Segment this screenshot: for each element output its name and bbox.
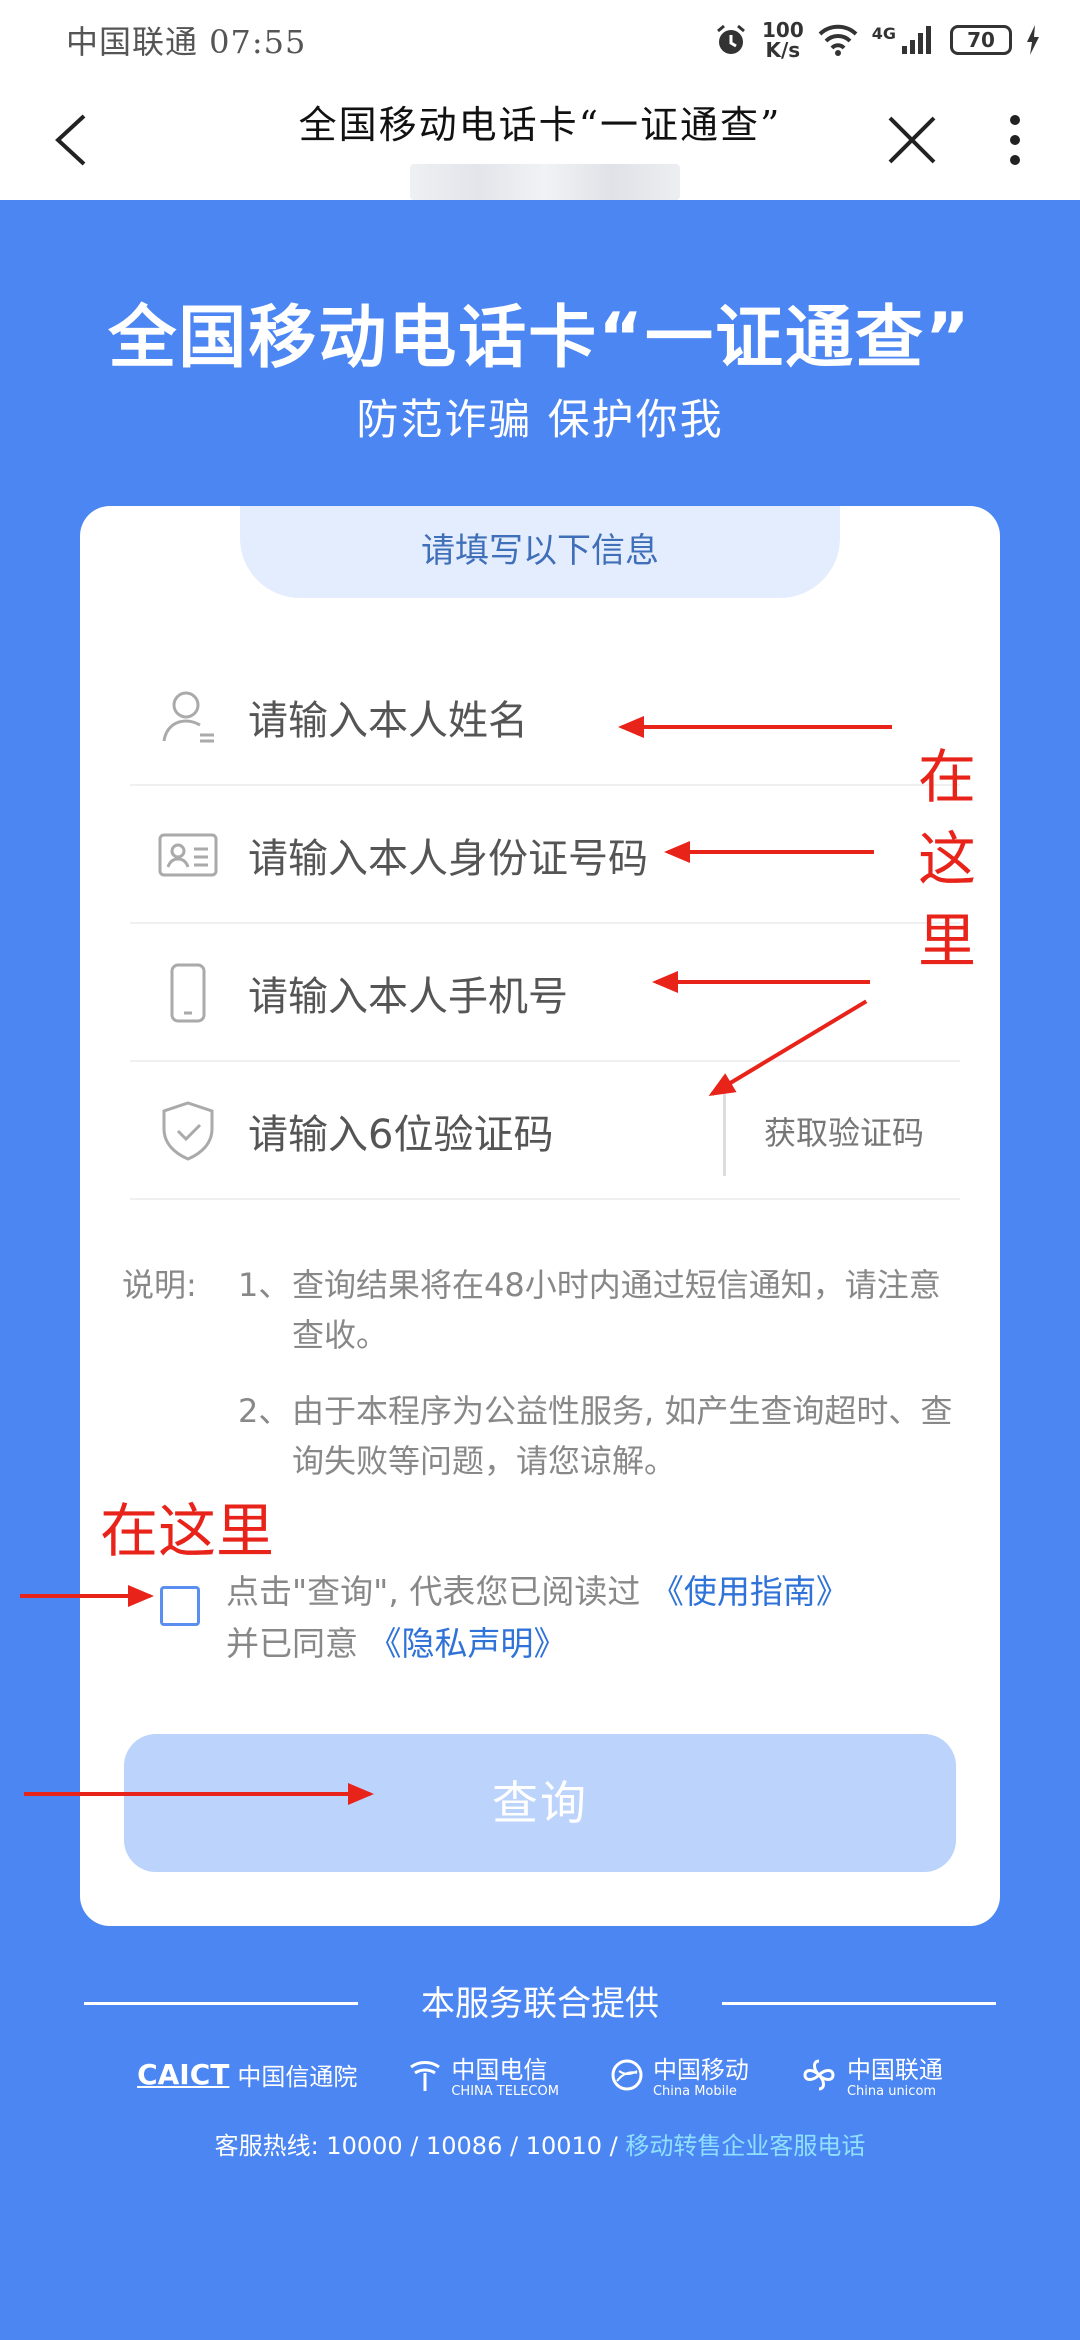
annotation-vertical-text: 在这里 [917, 743, 976, 975]
battery-indicator: 70 [950, 25, 1012, 55]
id-card-icon [158, 833, 218, 877]
carrier-time: 中国联通 07:55 [66, 23, 307, 61]
alarm-icon [717, 24, 745, 54]
caict-logo: CAICT 中国信通院 [137, 2058, 358, 2091]
user-icon [162, 691, 214, 743]
verification-code-input[interactable]: 请输入6位验证码 [248, 1102, 553, 1160]
annotation-arrow [24, 1783, 374, 1805]
annotation-arrow [20, 1585, 154, 1607]
more-menu-icon[interactable] [1000, 110, 1030, 170]
annotation-arrow [664, 841, 874, 863]
phone-field[interactable]: 请输入本人手机号 [130, 926, 960, 1062]
annotation-arrow [652, 971, 870, 993]
agree-checkbox[interactable] [160, 1586, 200, 1626]
resale-hotline-link[interactable]: 移动转售企业客服电话 [625, 2132, 865, 2160]
form-card: 请填写以下信息 请输入本人姓名 请输入本人身份证号码 请输入本人手机号 请输入6… [80, 506, 1000, 1926]
hotline-text: 客服热线: 10000 / 10086 / 10010 / 移动转售企业客服电话 [214, 2132, 866, 2160]
network-speed: 100 K/s [761, 18, 804, 62]
charging-icon [1027, 25, 1039, 55]
note-item: 1、 查询结果将在48小时内通过短信通知，请注意查收。 [238, 1266, 941, 1354]
signal-icon [902, 26, 931, 54]
name-input[interactable]: 请输入本人姓名 [248, 688, 528, 746]
query-button[interactable]: 查询 [124, 1734, 956, 1872]
id-field[interactable]: 请输入本人身份证号码 [130, 788, 960, 924]
status-bar: 中国联通 07:55 100 K/s 4G 70 [0, 0, 1080, 80]
page-title: 全国移动电话卡“一证通查” [298, 103, 782, 147]
shield-check-icon [162, 1101, 214, 1161]
annotation-horizontal-text: 在这里 [100, 1497, 275, 1565]
code-field[interactable]: 请输入6位验证码 获取验证码 [130, 1064, 960, 1200]
telecom-mark-icon [410, 2060, 441, 2091]
privacy-link[interactable]: 《隐私声明》 [369, 1624, 567, 1663]
name-field[interactable]: 请输入本人姓名 [130, 650, 960, 786]
close-icon[interactable] [882, 110, 942, 170]
provided-by: 本服务联合提供 [421, 1984, 659, 2024]
wifi-icon [818, 24, 858, 56]
blurred-url [410, 164, 680, 200]
note-item: 2、 由于本程序为公益性服务, 如产生查询超时、查询失败等问题，请您谅解。 [238, 1392, 953, 1480]
mobile-mark-icon [611, 2059, 643, 2090]
hero-subtitle: 防范诈骗 保护你我 [356, 395, 724, 444]
unicom-knot-icon [803, 2059, 835, 2090]
china-mobile-logo: 中国移动 China Mobile [609, 2050, 749, 2099]
hero-title: 全国移动电话卡“一证通查” [108, 299, 972, 378]
partner-logos: CAICT 中国信通院 中国电信 CHINA TELECOM 中国移动 China M… [0, 2050, 1080, 2099]
back-arrow-icon[interactable] [46, 110, 106, 170]
china-telecom-logo: 中国电信 CHINA TELECOM [407, 2050, 559, 2099]
network-type: 4G [871, 23, 896, 43]
get-code-button[interactable]: 获取验证码 [722, 1090, 924, 1176]
id-number-input[interactable]: 请输入本人身份证号码 [248, 826, 648, 884]
top-nav-bar: 全国移动电话卡“一证通查” [0, 80, 1080, 200]
phone-input[interactable]: 请输入本人手机号 [248, 964, 568, 1022]
notes-label: 说明: [122, 1266, 197, 1304]
form-header: 请填写以下信息 [240, 506, 840, 598]
phone-icon [170, 963, 206, 1023]
annotation-arrow [618, 716, 892, 738]
china-unicom-logo: 中国联通 China unicom [799, 2050, 943, 2099]
guide-link[interactable]: 《使用指南》 [651, 1572, 849, 1611]
